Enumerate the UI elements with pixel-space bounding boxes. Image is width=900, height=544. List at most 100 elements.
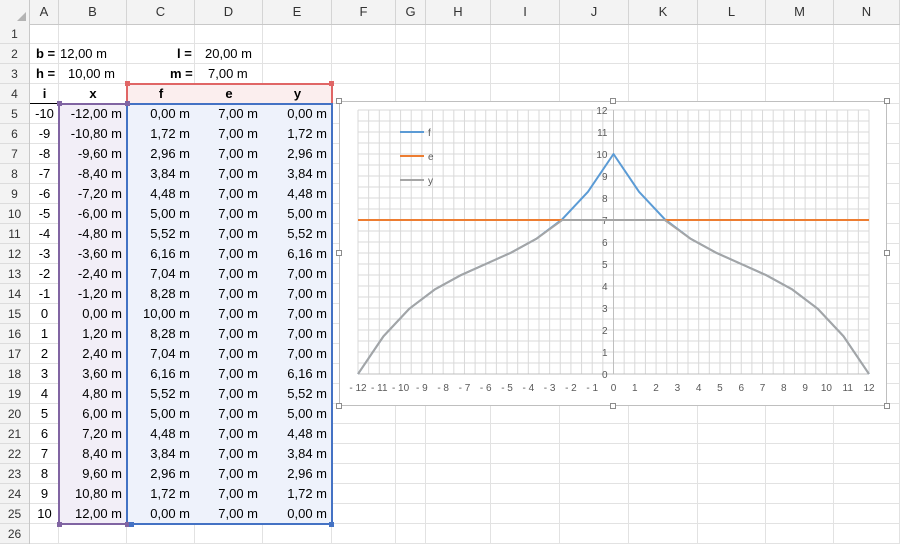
row-header-18[interactable]: 18: [0, 364, 29, 384]
column-header-m[interactable]: M: [766, 0, 834, 24]
chart-resize-handle[interactable]: [336, 250, 342, 256]
row-header-21[interactable]: 21: [0, 424, 29, 444]
x-selection-box: [58, 103, 128, 525]
row-header-26[interactable]: 26: [0, 524, 29, 544]
cell-i[interactable]: -3: [30, 244, 59, 264]
column-header-c[interactable]: C: [127, 0, 195, 24]
cell-i[interactable]: -4: [30, 224, 59, 244]
column-header-b[interactable]: B: [59, 0, 127, 24]
param-b-label[interactable]: b =: [36, 44, 55, 64]
column-header-i[interactable]: I: [491, 0, 560, 24]
cell-i[interactable]: 2: [30, 344, 59, 364]
x-tick-label: - 5: [501, 383, 513, 394]
cell-i[interactable]: 10: [30, 504, 59, 524]
param-l-value[interactable]: 20,00 m: [205, 44, 265, 64]
fey-selection-box: [126, 103, 333, 525]
row-header-13[interactable]: 13: [0, 264, 29, 284]
column-header-h[interactable]: H: [426, 0, 491, 24]
param-h-label[interactable]: h =: [36, 64, 55, 84]
param-h-value[interactable]: 10,00 m: [68, 64, 128, 84]
row-header-12[interactable]: 12: [0, 244, 29, 264]
column-header-n[interactable]: N: [834, 0, 900, 24]
row-header-14[interactable]: 14: [0, 284, 29, 304]
x-tick-label: 12: [863, 383, 875, 394]
param-m-value[interactable]: 7,00 m: [208, 64, 268, 84]
cell-i[interactable]: -5: [30, 204, 59, 224]
cell-i[interactable]: 1: [30, 324, 59, 344]
row-header-24[interactable]: 24: [0, 484, 29, 504]
cell-i[interactable]: -2: [30, 264, 59, 284]
cell-i[interactable]: -7: [30, 164, 59, 184]
row-header-11[interactable]: 11: [0, 224, 29, 244]
cell-i[interactable]: 8: [30, 464, 59, 484]
cell-i[interactable]: 0: [30, 304, 59, 324]
chart-resize-handle[interactable]: [336, 403, 342, 409]
row-header-2[interactable]: 2: [0, 44, 29, 64]
cell-i[interactable]: -10: [30, 104, 59, 124]
cell-i[interactable]: 6: [30, 424, 59, 444]
cell-i[interactable]: -1: [30, 284, 59, 304]
row-header-10[interactable]: 10: [0, 204, 29, 224]
range-handle[interactable]: [329, 81, 334, 86]
row-header-4[interactable]: 4: [0, 84, 29, 104]
row-header-15[interactable]: 15: [0, 304, 29, 324]
x-tick-label: 6: [738, 383, 744, 394]
param-l-label[interactable]: l =: [177, 44, 192, 64]
row-header-17[interactable]: 17: [0, 344, 29, 364]
range-handle[interactable]: [125, 81, 130, 86]
cell-i[interactable]: 4: [30, 384, 59, 404]
column-header-l[interactable]: L: [698, 0, 766, 24]
chart-resize-handle[interactable]: [884, 250, 890, 256]
row-header-5[interactable]: 5: [0, 104, 29, 124]
chart-resize-handle[interactable]: [336, 98, 342, 104]
param-m-label[interactable]: m =: [170, 64, 193, 84]
chart-resize-handle[interactable]: [610, 403, 616, 409]
column-header-e[interactable]: E: [263, 0, 332, 24]
row-header-20[interactable]: 20: [0, 404, 29, 424]
column-header-g[interactable]: G: [396, 0, 426, 24]
range-handle[interactable]: [57, 101, 62, 106]
x-tick-label: 5: [717, 383, 723, 394]
x-tick-label: - 4: [522, 383, 534, 394]
range-handle[interactable]: [129, 522, 134, 527]
chart-resize-handle[interactable]: [884, 98, 890, 104]
x-tick-label: 0: [611, 383, 617, 394]
cell-i[interactable]: 3: [30, 364, 59, 384]
cell-i[interactable]: 7: [30, 444, 59, 464]
cell-i[interactable]: -6: [30, 184, 59, 204]
cell-i[interactable]: 5: [30, 404, 59, 424]
row-header-25[interactable]: 25: [0, 504, 29, 524]
param-b-value[interactable]: 12,00 m: [60, 44, 126, 64]
y-tick-label: 2: [602, 326, 608, 337]
header-x[interactable]: x: [59, 84, 127, 104]
row-header-3[interactable]: 3: [0, 64, 29, 84]
row-header-16[interactable]: 16: [0, 324, 29, 344]
row-header-9[interactable]: 9: [0, 184, 29, 204]
row-header-19[interactable]: 19: [0, 384, 29, 404]
select-all-corner[interactable]: [0, 0, 30, 24]
chart-resize-handle[interactable]: [610, 98, 616, 104]
row-header-6[interactable]: 6: [0, 124, 29, 144]
column-header-d[interactable]: D: [195, 0, 263, 24]
column-header-j[interactable]: J: [560, 0, 629, 24]
row-header-8[interactable]: 8: [0, 164, 29, 184]
cell-i[interactable]: -9: [30, 124, 59, 144]
line-chart[interactable]: - 12- 11- 10- 9- 8- 7- 6- 5- 4- 3- 2- 10…: [339, 101, 887, 406]
column-header-f[interactable]: F: [332, 0, 396, 24]
column-header-k[interactable]: K: [629, 0, 698, 24]
row-header-1[interactable]: 1: [0, 24, 29, 44]
row-header-23[interactable]: 23: [0, 464, 29, 484]
y-tick-label: 9: [602, 172, 608, 183]
range-handle[interactable]: [329, 522, 334, 527]
x-tick-label: 1: [632, 383, 638, 394]
row-header-22[interactable]: 22: [0, 444, 29, 464]
row-header-7[interactable]: 7: [0, 144, 29, 164]
range-handle[interactable]: [57, 522, 62, 527]
range-handle[interactable]: [125, 101, 130, 106]
cell-i[interactable]: -8: [30, 144, 59, 164]
header-i[interactable]: i: [30, 84, 59, 104]
column-header-a[interactable]: A: [30, 0, 59, 24]
x-tick-label: - 2: [565, 383, 577, 394]
chart-resize-handle[interactable]: [884, 403, 890, 409]
cell-i[interactable]: 9: [30, 484, 59, 504]
